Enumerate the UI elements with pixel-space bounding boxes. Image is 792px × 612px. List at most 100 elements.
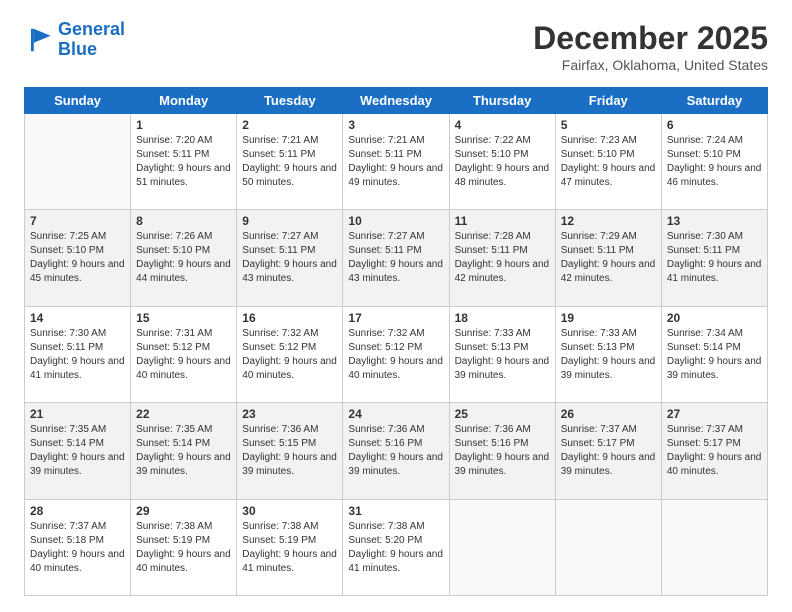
calendar-cell: 18Sunrise: 7:33 AMSunset: 5:13 PMDayligh… — [449, 306, 555, 402]
calendar-cell: 1 Sunrise: 7:20 AMSunset: 5:11 PMDaylight… — [131, 114, 237, 210]
cell-details: Sunrise: 7:27 AMSunset: 5:11 PMDaylight:… — [242, 230, 337, 286]
cell-details: Sunrise: 7:29 AMSunset: 5:11 PMDaylight:… — [561, 230, 656, 286]
logo-line1: General — [58, 19, 125, 39]
day-number: 7 — [30, 214, 125, 228]
cell-details: Sunrise: 7:27 AMSunset: 5:11 PMDaylight:… — [348, 230, 443, 286]
cell-details: Sunrise: 7:35 AMSunset: 5:14 PMDaylight:… — [30, 423, 125, 479]
calendar-cell: 17Sunrise: 7:32 AMSunset: 5:12 PMDayligh… — [343, 306, 449, 402]
cell-details: Sunrise: 7:22 AMSunset: 5:10 PMDaylight:… — [455, 134, 550, 190]
day-number: 20 — [667, 311, 762, 325]
calendar: SundayMondayTuesdayWednesdayThursdayFrid… — [24, 87, 768, 596]
calendar-day-header: Tuesday — [237, 88, 343, 114]
calendar-cell — [661, 499, 767, 595]
calendar-cell: 2Sunrise: 7:21 AMSunset: 5:11 PMDaylight… — [237, 114, 343, 210]
cell-details: Sunrise: 7:30 AMSunset: 5:11 PMDaylight:… — [30, 327, 125, 383]
calendar-cell: 29Sunrise: 7:38 AMSunset: 5:19 PMDayligh… — [131, 499, 237, 595]
cell-details: Sunrise: 7:36 AMSunset: 5:16 PMDaylight:… — [348, 423, 443, 479]
cell-details: Sunrise: 7:20 AMSunset: 5:11 PMDaylight:… — [136, 134, 231, 190]
day-number: 18 — [455, 311, 550, 325]
day-number: 21 — [30, 407, 125, 421]
calendar-cell: 6Sunrise: 7:24 AMSunset: 5:10 PMDaylight… — [661, 114, 767, 210]
day-number: 15 — [136, 311, 231, 325]
cell-details: Sunrise: 7:31 AMSunset: 5:12 PMDaylight:… — [136, 327, 231, 383]
calendar-header-row: SundayMondayTuesdayWednesdayThursdayFrid… — [25, 88, 768, 114]
calendar-cell: 26 Sunrise: 7:37 AMSunset: 5:17 PMDayligh… — [555, 403, 661, 499]
day-number: 27 — [667, 407, 762, 421]
calendar-cell: 4 Sunrise: 7:22 AMSunset: 5:10 PMDaylight… — [449, 114, 555, 210]
cell-details: Sunrise: 7:32 AMSunset: 5:12 PMDaylight:… — [348, 327, 443, 383]
day-number: 3 — [348, 118, 443, 132]
cell-details: Sunrise: 7:33 AMSunset: 5:13 PMDaylight:… — [561, 327, 656, 383]
month-title: December 2025 — [533, 20, 768, 57]
cell-details: Sunrise: 7:34 AMSunset: 5:14 PMDaylight:… — [667, 327, 762, 383]
calendar-cell: 24Sunrise: 7:36 AMSunset: 5:16 PMDayligh… — [343, 403, 449, 499]
cell-details: Sunrise: 7:30 AMSunset: 5:11 PMDaylight:… — [667, 230, 762, 286]
cell-details: Sunrise: 7:24 AMSunset: 5:10 PMDaylight:… — [667, 134, 762, 190]
calendar-week-row: 21 Sunrise: 7:35 AMSunset: 5:14 PMDayligh… — [25, 403, 768, 499]
calendar-week-row: 28Sunrise: 7:37 AMSunset: 5:18 PMDayligh… — [25, 499, 768, 595]
cell-details: Sunrise: 7:35 AMSunset: 5:14 PMDaylight:… — [136, 423, 231, 479]
day-number: 8 — [136, 214, 231, 228]
cell-details: Sunrise: 7:23 AMSunset: 5:10 PMDaylight:… — [561, 134, 656, 190]
day-number: 16 — [242, 311, 337, 325]
day-number: 10 — [348, 214, 443, 228]
calendar-cell: 13 Sunrise: 7:30 AMSunset: 5:11 PMDayligh… — [661, 210, 767, 306]
calendar-cell: 12 Sunrise: 7:29 AMSunset: 5:11 PMDayligh… — [555, 210, 661, 306]
day-number: 30 — [242, 504, 337, 518]
calendar-week-row: 7 Sunrise: 7:25 AMSunset: 5:10 PMDaylight… — [25, 210, 768, 306]
cell-details: Sunrise: 7:32 AMSunset: 5:12 PMDaylight:… — [242, 327, 337, 383]
title-block: December 2025 Fairfax, Oklahoma, United … — [533, 20, 768, 73]
calendar-cell: 15 Sunrise: 7:31 AMSunset: 5:12 PMDayligh… — [131, 306, 237, 402]
calendar-cell: 30 Sunrise: 7:38 AMSunset: 5:19 PMDayligh… — [237, 499, 343, 595]
calendar-cell: 7 Sunrise: 7:25 AMSunset: 5:10 PMDaylight… — [25, 210, 131, 306]
calendar-cell: 16 Sunrise: 7:32 AMSunset: 5:12 PMDayligh… — [237, 306, 343, 402]
calendar-day-header: Thursday — [449, 88, 555, 114]
calendar-cell: 5 Sunrise: 7:23 AMSunset: 5:10 PMDaylight… — [555, 114, 661, 210]
logo-line2: Blue — [58, 39, 97, 59]
cell-details: Sunrise: 7:37 AMSunset: 5:17 PMDaylight:… — [667, 423, 762, 479]
cell-details: Sunrise: 7:38 AMSunset: 5:20 PMDaylight:… — [348, 520, 443, 576]
cell-details: Sunrise: 7:37 AMSunset: 5:17 PMDaylight:… — [561, 423, 656, 479]
location: Fairfax, Oklahoma, United States — [533, 57, 768, 73]
cell-details: Sunrise: 7:21 AMSunset: 5:11 PMDaylight:… — [348, 134, 443, 190]
day-number: 14 — [30, 311, 125, 325]
logo-icon — [24, 26, 52, 54]
day-number: 31 — [348, 504, 443, 518]
day-number: 4 — [455, 118, 550, 132]
cell-details: Sunrise: 7:38 AMSunset: 5:19 PMDaylight:… — [136, 520, 231, 576]
cell-details: Sunrise: 7:25 AMSunset: 5:10 PMDaylight:… — [30, 230, 125, 286]
calendar-cell: 9 Sunrise: 7:27 AMSunset: 5:11 PMDaylight… — [237, 210, 343, 306]
day-number: 28 — [30, 504, 125, 518]
day-number: 5 — [561, 118, 656, 132]
calendar-cell — [25, 114, 131, 210]
cell-details: Sunrise: 7:38 AMSunset: 5:19 PMDaylight:… — [242, 520, 337, 576]
day-number: 26 — [561, 407, 656, 421]
calendar-cell: 23Sunrise: 7:36 AMSunset: 5:15 PMDayligh… — [237, 403, 343, 499]
calendar-cell: 19 Sunrise: 7:33 AMSunset: 5:13 PMDayligh… — [555, 306, 661, 402]
calendar-day-header: Friday — [555, 88, 661, 114]
page: General Blue December 2025 Fairfax, Okla… — [0, 0, 792, 612]
logo-text: General Blue — [58, 20, 125, 60]
logo: General Blue — [24, 20, 125, 60]
calendar-cell: 20 Sunrise: 7:34 AMSunset: 5:14 PMDayligh… — [661, 306, 767, 402]
day-number: 12 — [561, 214, 656, 228]
calendar-day-header: Saturday — [661, 88, 767, 114]
calendar-cell: 22 Sunrise: 7:35 AMSunset: 5:14 PMDayligh… — [131, 403, 237, 499]
calendar-cell: 21 Sunrise: 7:35 AMSunset: 5:14 PMDayligh… — [25, 403, 131, 499]
calendar-cell — [449, 499, 555, 595]
cell-details: Sunrise: 7:28 AMSunset: 5:11 PMDaylight:… — [455, 230, 550, 286]
day-number: 13 — [667, 214, 762, 228]
cell-details: Sunrise: 7:26 AMSunset: 5:10 PMDaylight:… — [136, 230, 231, 286]
day-number: 19 — [561, 311, 656, 325]
calendar-cell — [555, 499, 661, 595]
calendar-cell: 3 Sunrise: 7:21 AMSunset: 5:11 PMDaylight… — [343, 114, 449, 210]
calendar-cell: 25Sunrise: 7:36 AMSunset: 5:16 PMDayligh… — [449, 403, 555, 499]
day-number: 2 — [242, 118, 337, 132]
day-number: 9 — [242, 214, 337, 228]
day-number: 22 — [136, 407, 231, 421]
calendar-cell: 31 Sunrise: 7:38 AMSunset: 5:20 PMDayligh… — [343, 499, 449, 595]
day-number: 1 — [136, 118, 231, 132]
calendar-cell: 28Sunrise: 7:37 AMSunset: 5:18 PMDayligh… — [25, 499, 131, 595]
day-number: 25 — [455, 407, 550, 421]
calendar-week-row: 14 Sunrise: 7:30 AMSunset: 5:11 PMDayligh… — [25, 306, 768, 402]
